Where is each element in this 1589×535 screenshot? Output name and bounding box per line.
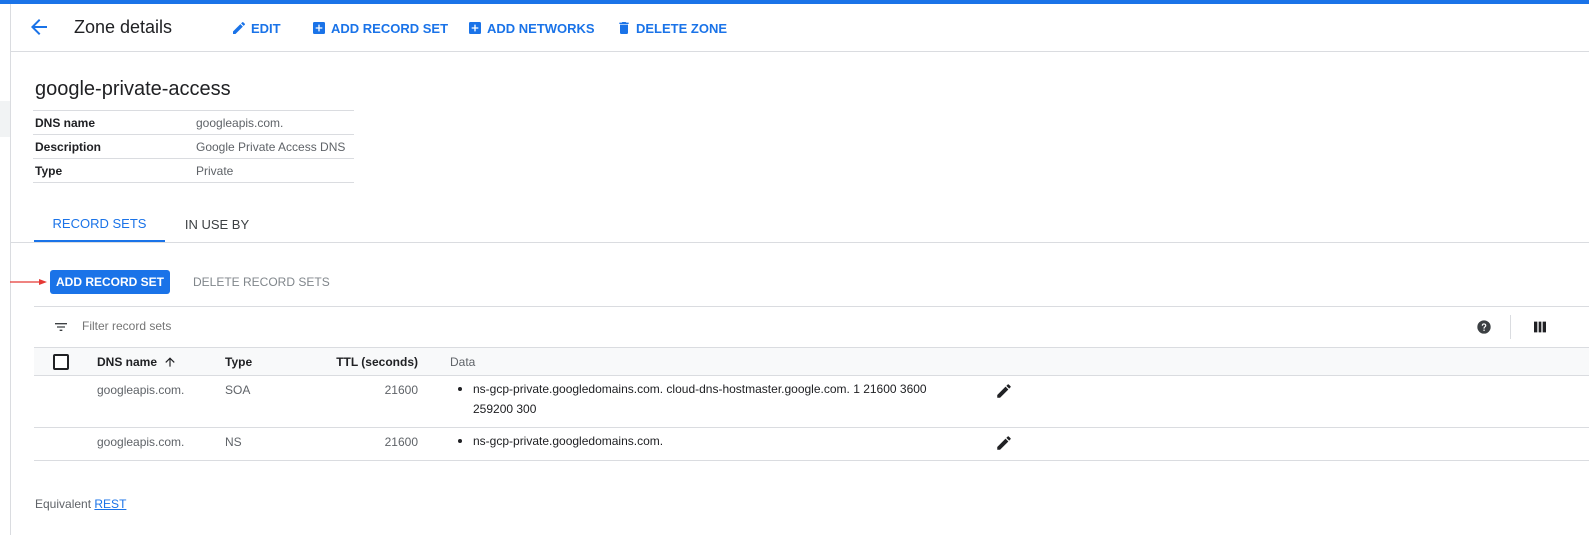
- annotation-arrow: [10, 279, 47, 285]
- arrow-back-icon: [31, 19, 47, 35]
- property-key: Type: [35, 163, 63, 178]
- cell-ttl: 21600: [384, 435, 418, 449]
- table-header: DNS name Type TTL (seconds) Data: [34, 347, 1589, 376]
- footer-prefix: Equivalent: [35, 497, 92, 511]
- delete-zone-label: DELETE ZONE: [636, 20, 728, 36]
- tab-bar: RECORD SETS IN USE BY: [11, 206, 1589, 243]
- property-row: Type Private: [33, 159, 354, 183]
- equivalent-rest-footer: Equivalent REST: [35, 497, 126, 511]
- column-header-dns-name[interactable]: DNS name: [97, 355, 177, 369]
- help-icon[interactable]: [1476, 319, 1492, 335]
- tab-in-use-by[interactable]: IN USE BY: [177, 206, 257, 242]
- property-value: Private: [196, 163, 234, 178]
- edit-record-pencil-icon[interactable]: [995, 434, 1013, 452]
- left-rail-handle[interactable]: [0, 101, 10, 137]
- toolbar-divider: [1510, 315, 1511, 339]
- property-value: googleapis.com.: [196, 115, 284, 130]
- property-key: Description: [35, 139, 102, 154]
- columns-icon[interactable]: [1532, 319, 1548, 335]
- left-rail-divider: [10, 4, 11, 535]
- arrow-up-icon: [165, 357, 175, 367]
- rest-link[interactable]: REST: [94, 497, 126, 511]
- table-row: googleapis.com. SOA 21600 ns-gcp-private…: [34, 376, 1589, 428]
- zone-properties-table: DNS name googleapis.com. Description Goo…: [33, 110, 354, 183]
- record-sets-table: DNS name Type TTL (seconds) Data googlea…: [34, 306, 1589, 461]
- column-header-data: Data: [450, 355, 476, 369]
- table-row: googleapis.com. NS 21600 ns-gcp-private.…: [34, 428, 1589, 461]
- pencil-icon: [233, 21, 246, 34]
- plus-box-icon: [313, 22, 325, 34]
- tab-record-sets[interactable]: RECORD SETS: [34, 206, 165, 242]
- column-header-type[interactable]: Type: [225, 355, 252, 369]
- add-record-set-header-label: ADD RECORD SET: [331, 20, 449, 36]
- cell-type: SOA: [225, 383, 251, 397]
- edit-zone-button[interactable]: EDIT: [231, 19, 281, 37]
- cell-dns-name: googleapis.com.: [97, 435, 185, 449]
- cell-type: NS: [225, 435, 242, 449]
- plus-box-icon: [469, 22, 481, 34]
- add-record-set-button[interactable]: ADD RECORD SET: [50, 270, 170, 294]
- cell-ttl: 21600: [384, 383, 418, 397]
- trash-icon: [619, 22, 629, 34]
- column-header-ttl[interactable]: TTL (seconds): [296, 355, 418, 369]
- property-row: DNS name googleapis.com.: [33, 111, 354, 135]
- cell-data: ns-gcp-private.googledomains.com.: [458, 431, 958, 451]
- add-networks-button[interactable]: ADD NETWORKS: [467, 19, 595, 37]
- add-networks-label: ADD NETWORKS: [487, 20, 595, 36]
- property-row: Description Google Private Access DNS: [33, 135, 354, 159]
- edit-record-pencil-icon[interactable]: [995, 382, 1013, 400]
- page-header: Zone details EDIT ADD RECORD SET ADD NET…: [11, 4, 1589, 52]
- delete-record-sets-button[interactable]: DELETE RECORD SETS: [193, 275, 330, 289]
- cell-data: ns-gcp-private.googledomains.com. cloud-…: [458, 379, 958, 419]
- filter-record-sets-input[interactable]: [82, 319, 682, 333]
- property-value: Google Private Access DNS: [196, 139, 346, 154]
- zone-name-heading: google-private-access: [35, 78, 231, 100]
- filter-icon: [55, 323, 67, 331]
- column-header-dns-name-label: DNS name: [97, 355, 158, 369]
- back-button[interactable]: [27, 15, 51, 39]
- delete-zone-button[interactable]: DELETE ZONE: [616, 19, 727, 37]
- page-title: Zone details: [74, 17, 173, 37]
- edit-zone-label: EDIT: [251, 20, 281, 36]
- cell-dns-name: googleapis.com.: [97, 383, 185, 397]
- select-all-checkbox[interactable]: [53, 354, 69, 370]
- add-record-set-header-button[interactable]: ADD RECORD SET: [311, 19, 448, 37]
- property-key: DNS name: [35, 115, 96, 130]
- filter-bar: [34, 306, 1589, 347]
